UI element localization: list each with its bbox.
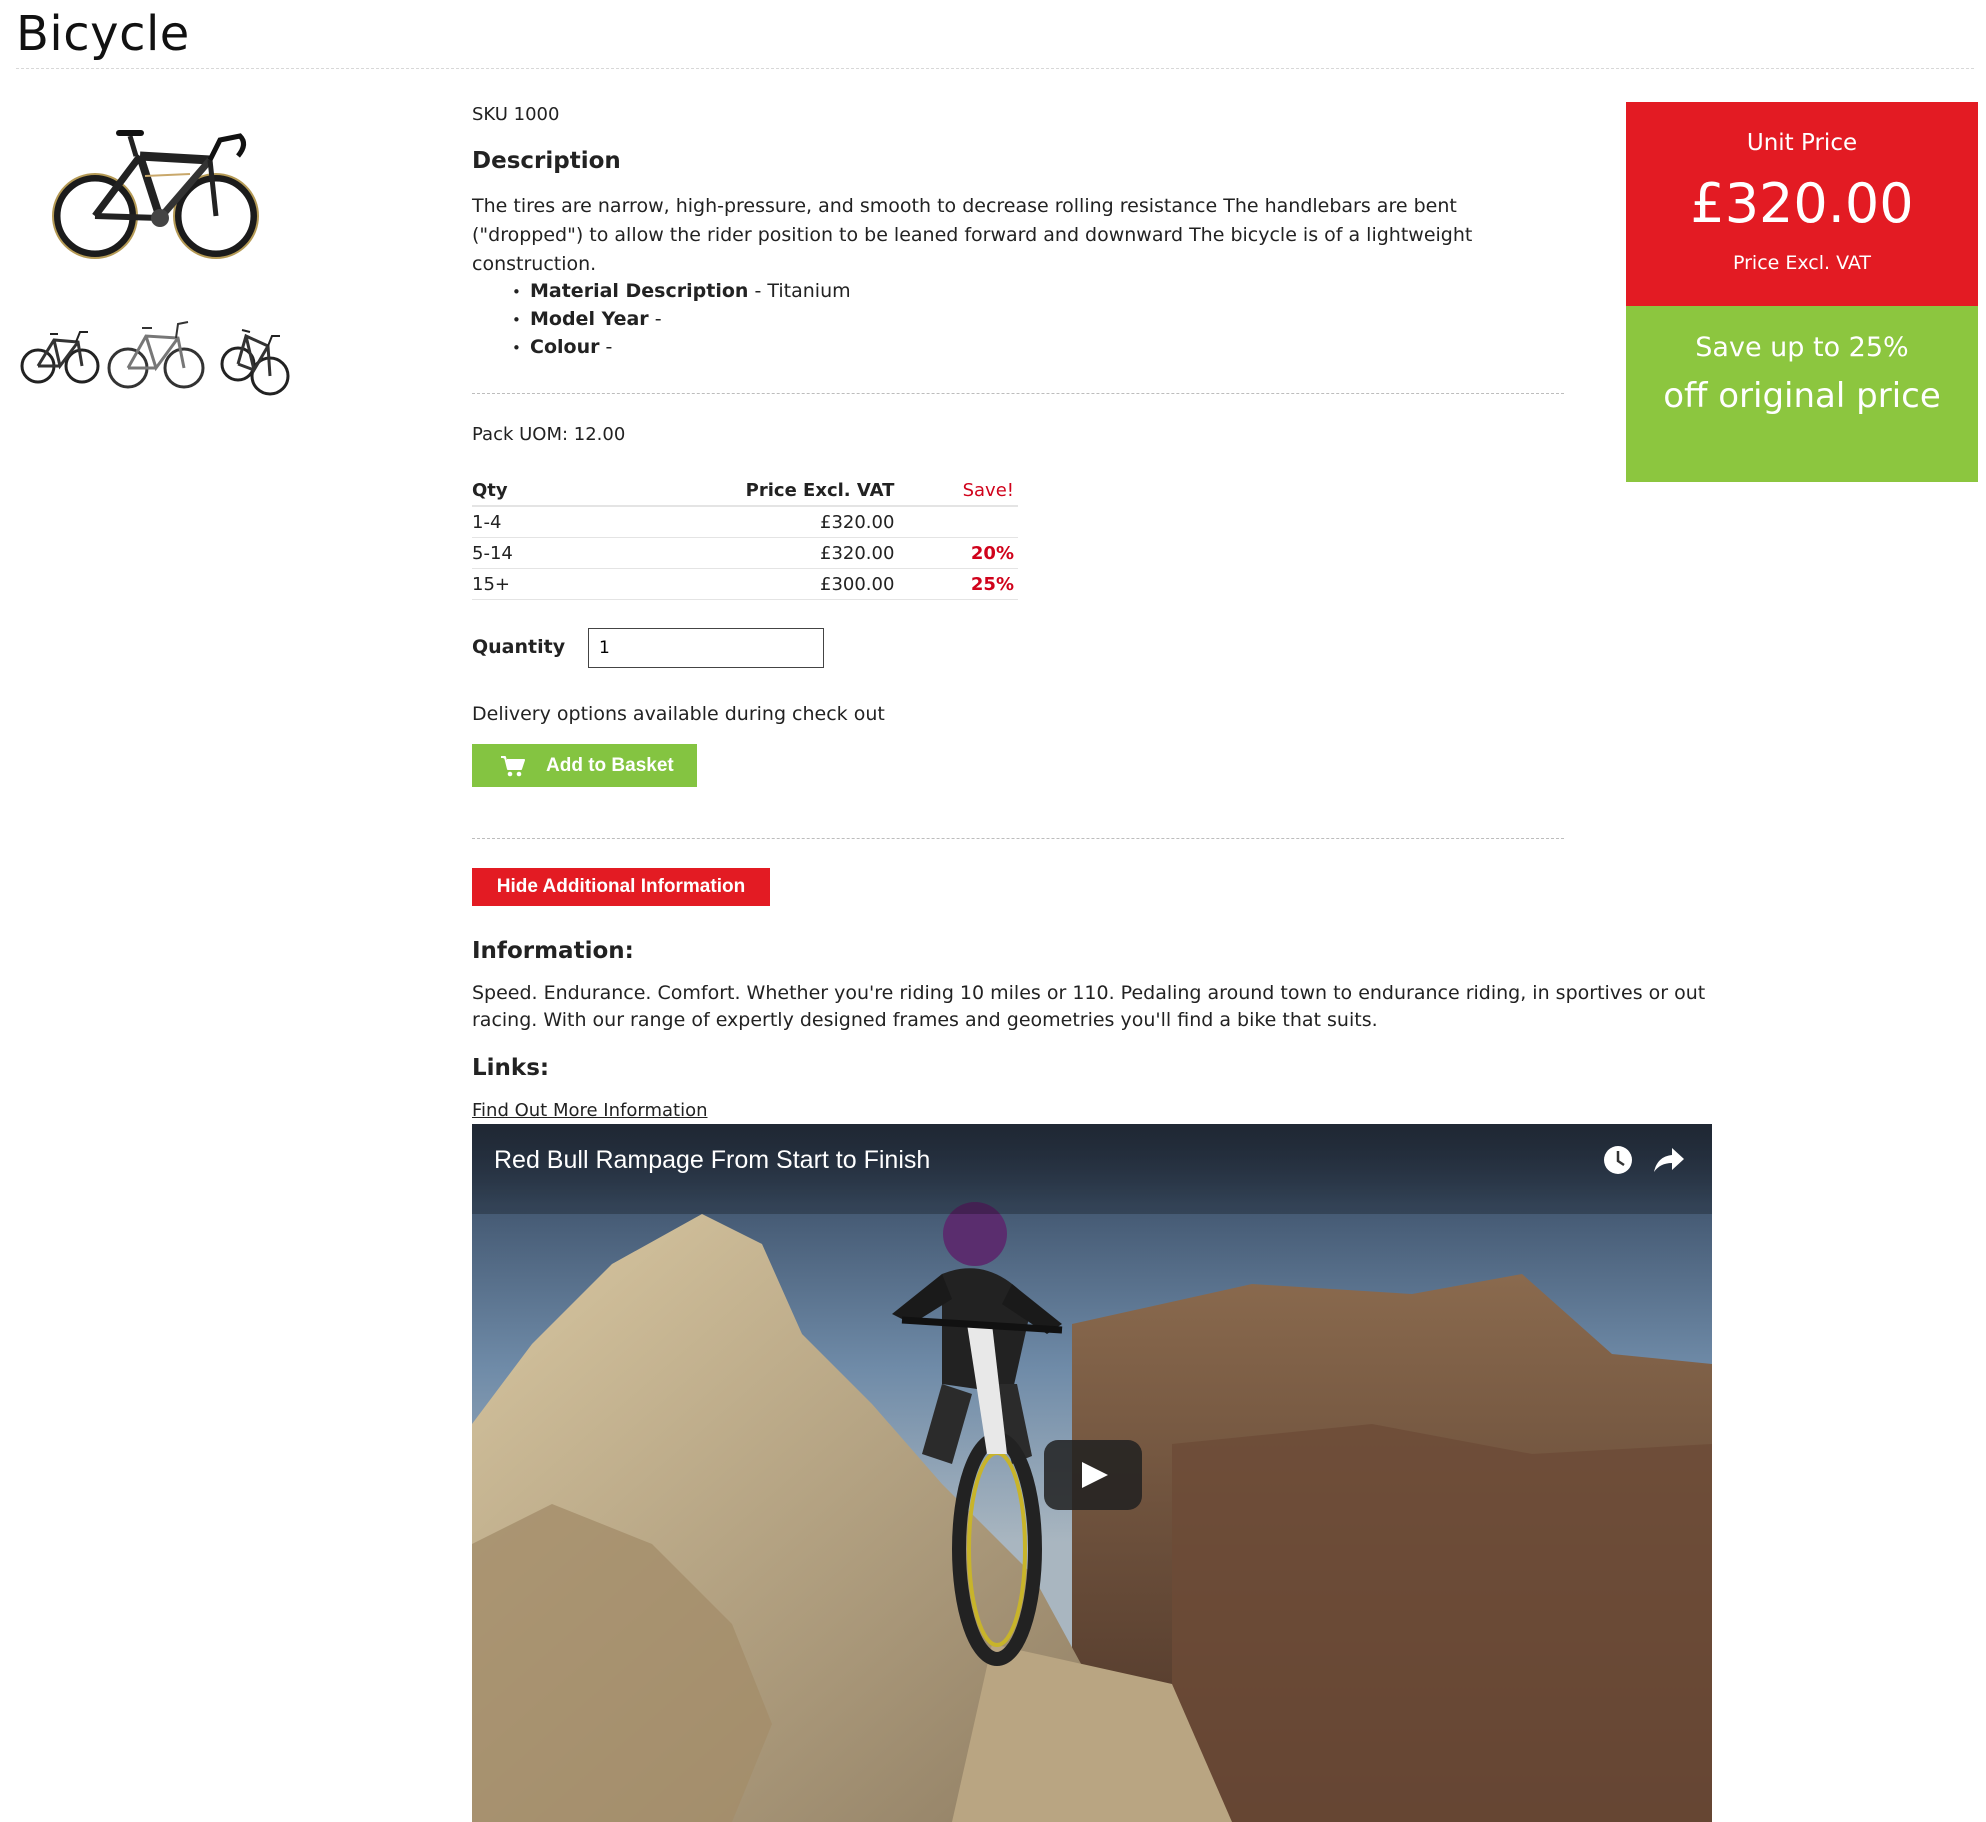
save-header: Save! — [898, 476, 1018, 507]
title-divider — [16, 68, 1974, 69]
video-title[interactable]: Red Bull Rampage From Start to Finish — [494, 1146, 930, 1175]
delivery-note: Delivery options available during check … — [472, 703, 885, 725]
video-player[interactable]: Red Bull Rampage From Start to Finish — [472, 1124, 1712, 1822]
sku-text: SKU 1000 — [472, 104, 560, 125]
unit-price-box: Unit Price £320.00 Price Excl. VAT — [1626, 102, 1978, 306]
savings-box: Save up to 25% off original price — [1626, 306, 1978, 482]
unit-price-sub: Price Excl. VAT — [1732, 252, 1872, 274]
clock-icon[interactable] — [1602, 1144, 1634, 1176]
add-to-basket-button[interactable]: Add to Basket — [472, 744, 697, 787]
price-header: Price Excl. VAT — [568, 476, 899, 507]
table-row: 1-4 £320.00 — [472, 506, 1018, 538]
attribute-value: - — [654, 308, 662, 330]
price-cell: £320.00 — [568, 537, 899, 569]
price-cell: £300.00 — [568, 568, 899, 600]
attribute-label: Colour — [530, 336, 600, 358]
quantity-price-table: Qty Price Excl. VAT Save! 1-4 £320.00 5-… — [472, 476, 1018, 600]
qty-header: Qty — [472, 476, 569, 507]
price-cell: £320.00 — [568, 506, 899, 538]
attribute-item: Material Description - Titanium — [512, 278, 851, 306]
hide-additional-info-button[interactable]: Hide Additional Information — [472, 868, 770, 906]
price-panel: Unit Price £320.00 Price Excl. VAT Save … — [1626, 102, 1978, 482]
table-row: 15+ £300.00 25% — [472, 568, 1018, 600]
find-out-more-link[interactable]: Find Out More Information — [472, 1100, 708, 1121]
attribute-list: Material Description - Titanium Model Ye… — [512, 278, 851, 362]
table-header-row: Qty Price Excl. VAT Save! — [472, 476, 1018, 507]
save-cell: 25% — [898, 568, 1018, 600]
product-main-image[interactable] — [50, 116, 270, 266]
product-page: Bicycle SKU 1000 Description The tires a… — [0, 0, 1986, 1822]
attribute-item: Colour - — [512, 334, 851, 362]
unit-price-value: £320.00 — [1690, 172, 1914, 235]
attribute-value: - Titanium — [754, 280, 851, 302]
description-text: The tires are narrow, high-pressure, and… — [472, 195, 1473, 275]
table-row: 5-14 £320.00 20% — [472, 537, 1018, 569]
cart-icon — [500, 755, 526, 777]
information-text: Speed. Endurance. Comfort. Whether you'r… — [472, 982, 1706, 1031]
product-thumbnail[interactable] — [20, 306, 100, 402]
attribute-value: - — [605, 336, 613, 358]
qty-cell: 1-4 — [472, 506, 569, 538]
unit-price-label: Unit Price — [1746, 130, 1858, 156]
attribute-label: Material Description — [530, 280, 749, 302]
pack-uom-text: Pack UOM: 12.00 — [472, 424, 626, 445]
attribute-label: Model Year — [530, 308, 649, 330]
quantity-input[interactable] — [588, 628, 824, 668]
section-divider — [472, 838, 1564, 839]
add-to-basket-label: Add to Basket — [546, 754, 674, 776]
page-title: Bicycle — [16, 6, 190, 62]
share-icon[interactable] — [1652, 1144, 1686, 1176]
play-icon[interactable] — [1044, 1440, 1142, 1510]
information-heading: Information: — [472, 938, 634, 964]
attribute-item: Model Year - — [512, 306, 851, 334]
product-thumbnail[interactable] — [106, 306, 206, 402]
qty-cell: 15+ — [472, 568, 569, 600]
description-heading: Description — [472, 148, 621, 174]
links-heading: Links: — [472, 1055, 550, 1081]
quantity-label: Quantity — [472, 636, 566, 658]
product-thumbnail[interactable] — [216, 306, 296, 402]
qty-cell: 5-14 — [472, 537, 569, 569]
save-cell — [898, 506, 1018, 538]
savings-line-2: off original price — [1663, 376, 1941, 416]
savings-line-1: Save up to 25% — [1695, 332, 1909, 363]
section-divider — [472, 393, 1564, 394]
save-cell: 20% — [898, 537, 1018, 569]
